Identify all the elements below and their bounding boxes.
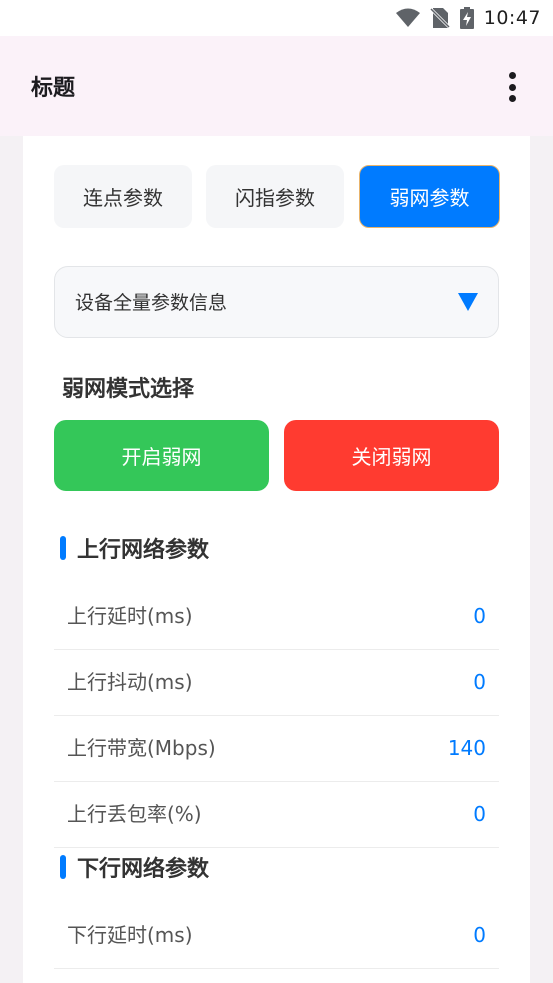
tab-click-params[interactable]: 连点参数 [54, 165, 192, 228]
upstream-list: 上行延时(ms) 0 上行抖动(ms) 0 上行带宽(Mbps) 140 上行丢… [54, 584, 499, 848]
list-item[interactable]: 上行抖动(ms) 0 [54, 650, 499, 716]
upstream-header: 上行网络参数 [60, 532, 209, 564]
app-title: 标题 [31, 76, 76, 101]
app-bar: 标题 [0, 36, 553, 136]
triangle-down-icon [458, 293, 478, 311]
disable-weak-network-button[interactable]: 关闭弱网 [284, 420, 499, 491]
row-value: 0 [473, 604, 486, 628]
row-label: 上行延时(ms) [67, 604, 193, 628]
downstream-header: 下行网络参数 [60, 851, 209, 883]
downstream-title: 下行网络参数 [77, 857, 210, 882]
status-icons: 10:47 [395, 6, 541, 30]
row-value: 140 [447, 736, 486, 760]
dropdown-value: 设备全量参数信息 [75, 292, 228, 314]
list-item[interactable]: 上行延时(ms) 0 [54, 584, 499, 650]
tab-weak-network-params[interactable]: 弱网参数 [359, 165, 500, 228]
enable-weak-network-button[interactable]: 开启弱网 [54, 420, 269, 491]
upstream-title: 上行网络参数 [77, 538, 210, 563]
list-item[interactable]: 下行延时(ms) 0 [54, 903, 499, 969]
row-value: 0 [473, 670, 486, 694]
row-label: 上行抖动(ms) [67, 670, 193, 694]
content-card: 连点参数 闪指参数 弱网参数 设备全量参数信息 弱网模式选择 开启弱网 关闭弱网… [23, 136, 530, 983]
row-value: 0 [473, 923, 486, 947]
battery-charging-icon [459, 7, 474, 29]
mode-section-title: 弱网模式选择 [62, 377, 195, 402]
tab-flash-params[interactable]: 闪指参数 [206, 165, 344, 228]
section-accent-bar [60, 855, 66, 879]
list-item[interactable]: 上行带宽(Mbps) 140 [54, 716, 499, 782]
more-vert-icon[interactable] [507, 72, 517, 102]
section-accent-bar [60, 536, 66, 560]
status-bar: 10:47 [0, 0, 553, 36]
status-time: 10:47 [483, 7, 541, 29]
downstream-list: 下行延时(ms) 0 [54, 903, 499, 969]
row-value: 0 [473, 802, 486, 826]
wifi-icon [395, 8, 420, 28]
list-item[interactable]: 上行丢包率(%) 0 [54, 782, 499, 848]
tab-group: 连点参数 闪指参数 弱网参数 [54, 165, 500, 228]
no-sim-icon [429, 7, 450, 29]
row-label: 上行带宽(Mbps) [67, 736, 216, 760]
param-dropdown[interactable]: 设备全量参数信息 [54, 266, 499, 338]
row-label: 上行丢包率(%) [67, 802, 202, 826]
row-label: 下行延时(ms) [67, 923, 193, 947]
